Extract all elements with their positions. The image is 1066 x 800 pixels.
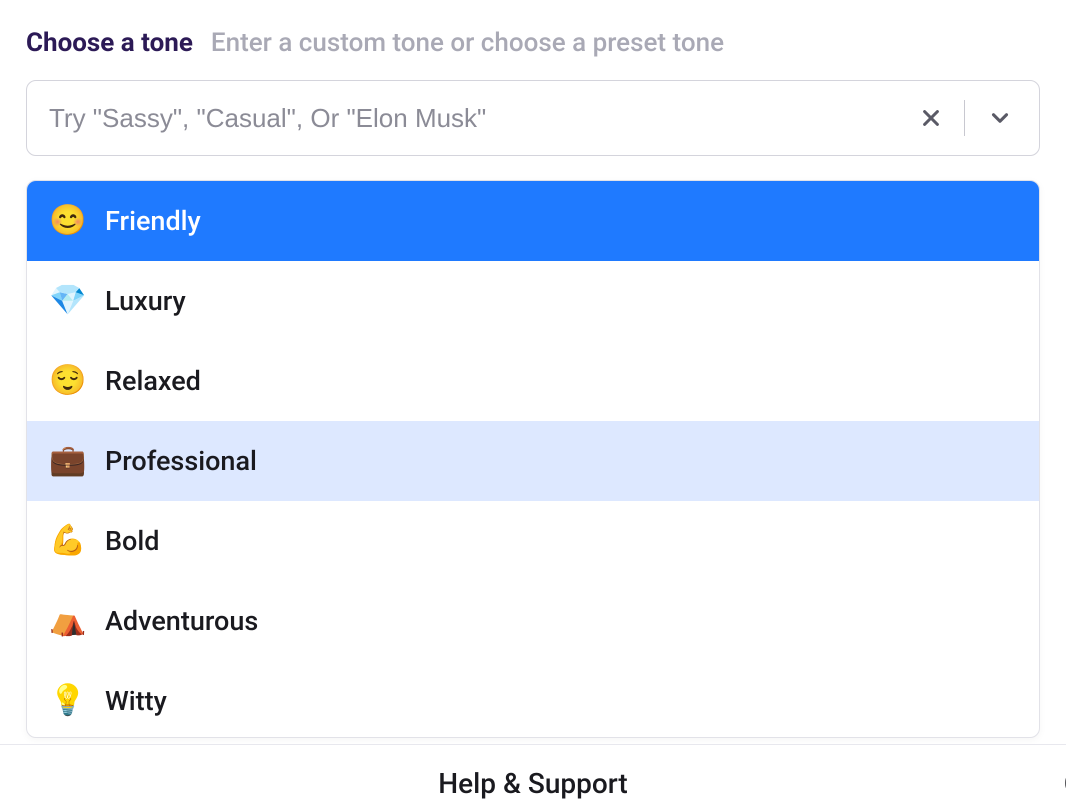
dropdown-toggle[interactable] xyxy=(983,101,1017,135)
chevron-down-icon xyxy=(987,105,1013,131)
input-divider xyxy=(964,100,965,136)
tone-option-label: Adventurous xyxy=(105,605,258,637)
tone-option-label: Witty xyxy=(105,685,167,717)
tone-option-witty[interactable]: 💡 Witty xyxy=(27,661,1039,738)
header-title: Choose a tone xyxy=(26,28,193,58)
tone-option-label: Relaxed xyxy=(105,365,201,397)
tone-option-bold[interactable]: 💪 Bold xyxy=(27,501,1039,581)
lightbulb-icon: 💡 xyxy=(49,686,83,716)
briefcase-icon: 💼 xyxy=(49,446,83,476)
tone-input-wrapper[interactable] xyxy=(26,80,1040,156)
tone-input[interactable] xyxy=(49,81,916,155)
tone-option-label: Friendly xyxy=(105,205,201,237)
footer-help-link[interactable]: Help & Support xyxy=(438,767,627,800)
gem-icon: 💎 xyxy=(49,286,83,316)
tone-option-label: Professional xyxy=(105,445,257,477)
footer: ny Help & Support Co xyxy=(0,744,1066,800)
tone-option-luxury[interactable]: 💎 Luxury xyxy=(27,261,1039,341)
clear-button[interactable] xyxy=(916,103,946,133)
close-icon xyxy=(920,107,942,129)
tone-option-adventurous[interactable]: ⛺ Adventurous xyxy=(27,581,1039,661)
tone-dropdown: 😊 Friendly 💎 Luxury 😌 Relaxed 💼 Professi… xyxy=(26,180,1040,738)
tone-option-label: Bold xyxy=(105,525,159,557)
flex-icon: 💪 xyxy=(49,526,83,556)
tone-option-relaxed[interactable]: 😌 Relaxed xyxy=(27,341,1039,421)
smile-icon: 😊 xyxy=(49,206,83,236)
header-subtitle: Enter a custom tone or choose a preset t… xyxy=(211,28,724,58)
tone-option-friendly[interactable]: 😊 Friendly xyxy=(27,181,1039,261)
tent-icon: ⛺ xyxy=(49,606,83,636)
tone-option-professional[interactable]: 💼 Professional xyxy=(27,421,1039,501)
input-controls xyxy=(916,100,1017,136)
tone-option-label: Luxury xyxy=(105,285,186,317)
tone-selector: Choose a tone Enter a custom tone or cho… xyxy=(0,0,1066,738)
header: Choose a tone Enter a custom tone or cho… xyxy=(26,28,1040,58)
relieved-face-icon: 😌 xyxy=(49,366,83,396)
